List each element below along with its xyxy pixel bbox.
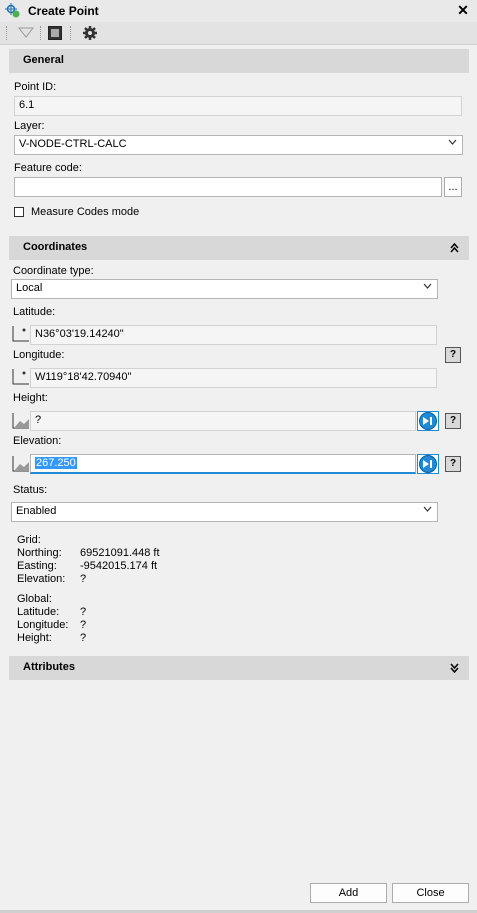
- help-icon[interactable]: ?: [445, 456, 461, 472]
- coordinate-type-value: Local: [16, 282, 43, 294]
- coordinate-type-label: Coordinate type:: [13, 265, 94, 277]
- layer-select[interactable]: V-NODE-CTRL-CALC: [14, 135, 463, 155]
- global-height-value: ?: [80, 632, 87, 644]
- point-id-field[interactable]: 6.1: [14, 96, 462, 116]
- global-label: Global:: [17, 593, 52, 605]
- elevation-compute-button[interactable]: [419, 455, 437, 473]
- title-bar: Create Point ✕: [0, 0, 477, 23]
- chevron-down-icon: [423, 283, 432, 289]
- gear-icon[interactable]: [82, 25, 98, 41]
- toolbar: [0, 22, 477, 45]
- help-icon[interactable]: ?: [445, 347, 461, 363]
- chevron-down-icon: [423, 506, 432, 512]
- attributes-section-header[interactable]: Attributes: [9, 656, 469, 680]
- grid-easting-label: Easting:: [17, 560, 57, 572]
- longitude-label: Longitude:: [13, 349, 65, 361]
- status-select[interactable]: Enabled: [11, 502, 438, 522]
- grid-northing-label: Northing:: [17, 547, 62, 559]
- toolbar-grip: [6, 26, 9, 40]
- global-latitude-label: Latitude:: [17, 606, 60, 618]
- elevation-selected-text: 267.250: [35, 457, 77, 469]
- latitude-field[interactable]: N36°03'19.14240": [30, 325, 437, 345]
- general-section-header[interactable]: General: [9, 49, 469, 73]
- measure-codes-checkbox[interactable]: [14, 207, 24, 217]
- height-compute-button[interactable]: [419, 412, 437, 430]
- global-longitude-value: ?: [80, 619, 87, 631]
- feature-code-browse-button[interactable]: ...: [444, 177, 462, 197]
- toolbar-separator: [70, 26, 72, 40]
- measure-codes-label: Measure Codes mode: [31, 206, 140, 218]
- elevation-terrain-icon: [12, 456, 29, 472]
- attributes-header-text: Attributes: [23, 661, 75, 673]
- longitude-field[interactable]: W119°18'42.70940": [30, 368, 437, 388]
- longitude-position-icon: [12, 369, 29, 385]
- window-title: Create Point: [28, 4, 99, 18]
- elevation-compute-frame: [417, 454, 439, 474]
- height-field[interactable]: ?: [30, 411, 416, 431]
- general-header-text: General: [23, 54, 64, 66]
- coordinates-header-text: Coordinates: [23, 241, 88, 253]
- chevron-down-icon: [448, 139, 457, 145]
- status-select-value: Enabled: [16, 505, 57, 517]
- grid-elevation-value: ?: [80, 573, 87, 585]
- collapse-icon: [450, 243, 459, 253]
- layer-label: Layer:: [14, 120, 45, 132]
- grid-label: Grid:: [17, 534, 41, 546]
- coordinates-section-header[interactable]: Coordinates: [9, 236, 469, 260]
- add-button[interactable]: Add: [310, 883, 387, 903]
- help-icon[interactable]: ?: [445, 413, 461, 429]
- close-button[interactable]: Close: [392, 883, 469, 903]
- coordinate-type-select[interactable]: Local: [11, 279, 438, 299]
- height-terrain-icon: [12, 413, 29, 429]
- latitude-label: Latitude:: [13, 306, 56, 318]
- grid-easting-value: -9542015.174 ft: [80, 560, 158, 572]
- toolbar-separator: [40, 26, 42, 40]
- height-label: Height:: [13, 392, 48, 404]
- status-label: Status:: [13, 484, 48, 496]
- grid-northing-value: 69521091.448 ft: [80, 547, 160, 559]
- close-icon[interactable]: ✕: [455, 2, 471, 18]
- play-next-icon: [423, 460, 432, 468]
- global-height-label: Height:: [17, 632, 52, 644]
- feature-code-input[interactable]: [14, 177, 442, 197]
- layer-select-value: V-NODE-CTRL-CALC: [19, 138, 127, 150]
- global-latitude-value: ?: [80, 606, 87, 618]
- expand-icon: [450, 663, 459, 673]
- feature-code-label: Feature code:: [14, 162, 82, 174]
- height-compute-frame: [417, 411, 439, 431]
- grid-elevation-label: Elevation:: [17, 573, 66, 585]
- elevation-label: Elevation:: [13, 435, 62, 447]
- filter-dropdown-icon[interactable]: [18, 27, 34, 39]
- global-longitude-label: Longitude:: [17, 619, 69, 631]
- point-list-icon[interactable]: [48, 26, 62, 40]
- elevation-input[interactable]: 267.250: [30, 454, 416, 474]
- play-next-icon: [423, 417, 432, 425]
- point-id-label: Point ID:: [14, 81, 57, 93]
- latitude-position-icon: [12, 326, 29, 342]
- create-point-icon: [5, 3, 20, 18]
